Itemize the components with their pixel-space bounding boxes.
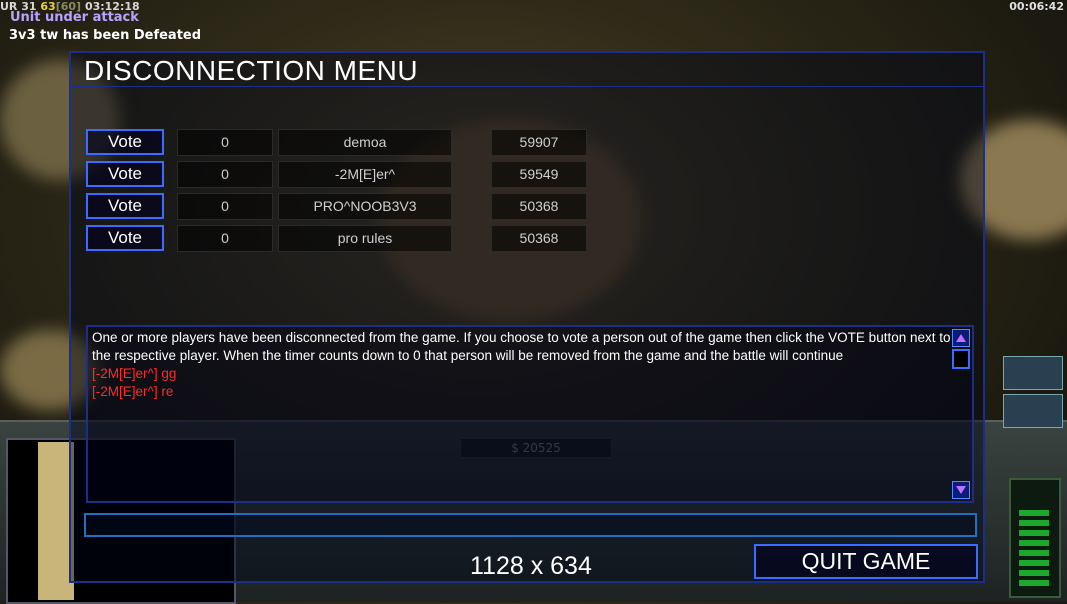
disconnect-timer: 59549	[491, 161, 587, 188]
scroll-up-button[interactable]	[952, 329, 970, 347]
dialog-title: DISCONNECTION MENU	[84, 55, 419, 86]
chat-messages: One or more players have been disconnect…	[92, 329, 952, 401]
match-clock: 00:06:42	[1009, 0, 1064, 13]
player-name: -2M[E]er^	[278, 161, 452, 188]
disconnect-timer: 50368	[491, 193, 587, 220]
power-bar	[1019, 520, 1049, 526]
power-bar	[1019, 530, 1049, 536]
disconnect-timer: 50368	[491, 225, 587, 252]
power-bar	[1019, 540, 1049, 546]
arrow-up-icon	[956, 334, 966, 342]
chat-log[interactable]: One or more players have been disconnect…	[86, 325, 974, 503]
chat-scrollbar[interactable]	[950, 327, 972, 501]
chat-input[interactable]	[84, 513, 977, 537]
notification-defeat: 3v3 tw has been Defeated	[9, 28, 202, 43]
player-name: PRO^NOOB3V3	[278, 193, 452, 220]
notification-unit-attack: Unit under attack	[10, 10, 139, 25]
vote-count: 0	[177, 161, 273, 188]
title-divider	[71, 86, 983, 87]
chat-message: [-2M[E]er^] re	[92, 384, 174, 399]
vote-button[interactable]: Vote	[86, 129, 164, 155]
disconnection-dialog: DISCONNECTION MENU Vote 0 demoa 59907 Vo…	[69, 51, 985, 583]
arrow-down-icon	[956, 486, 966, 494]
power-meter	[1009, 478, 1061, 598]
power-bar	[1019, 560, 1049, 566]
scroll-thumb[interactable]	[952, 349, 970, 369]
disconnect-timer: 59907	[491, 129, 587, 156]
vote-button[interactable]: Vote	[86, 193, 164, 219]
vote-count: 0	[177, 225, 273, 252]
resolution-overlay: 1128 x 634	[470, 552, 592, 580]
chat-message: [-2M[E]er^] gg	[92, 366, 177, 381]
vote-count: 0	[177, 193, 273, 220]
chat-info-message: One or more players have been disconnect…	[92, 330, 951, 363]
power-bar	[1019, 510, 1049, 516]
power-bar	[1019, 550, 1049, 556]
player-name: demoa	[278, 129, 452, 156]
vote-button[interactable]: Vote	[86, 161, 164, 187]
power-bar	[1019, 580, 1049, 586]
vote-button[interactable]: Vote	[86, 225, 164, 251]
power-bar	[1019, 570, 1049, 576]
scroll-down-button[interactable]	[952, 481, 970, 499]
quit-game-button[interactable]: QUIT GAME	[754, 544, 978, 579]
vote-count: 0	[177, 129, 273, 156]
player-name: pro rules	[278, 225, 452, 252]
unit-build-button[interactable]	[1003, 394, 1063, 428]
unit-build-button[interactable]	[1003, 356, 1063, 390]
